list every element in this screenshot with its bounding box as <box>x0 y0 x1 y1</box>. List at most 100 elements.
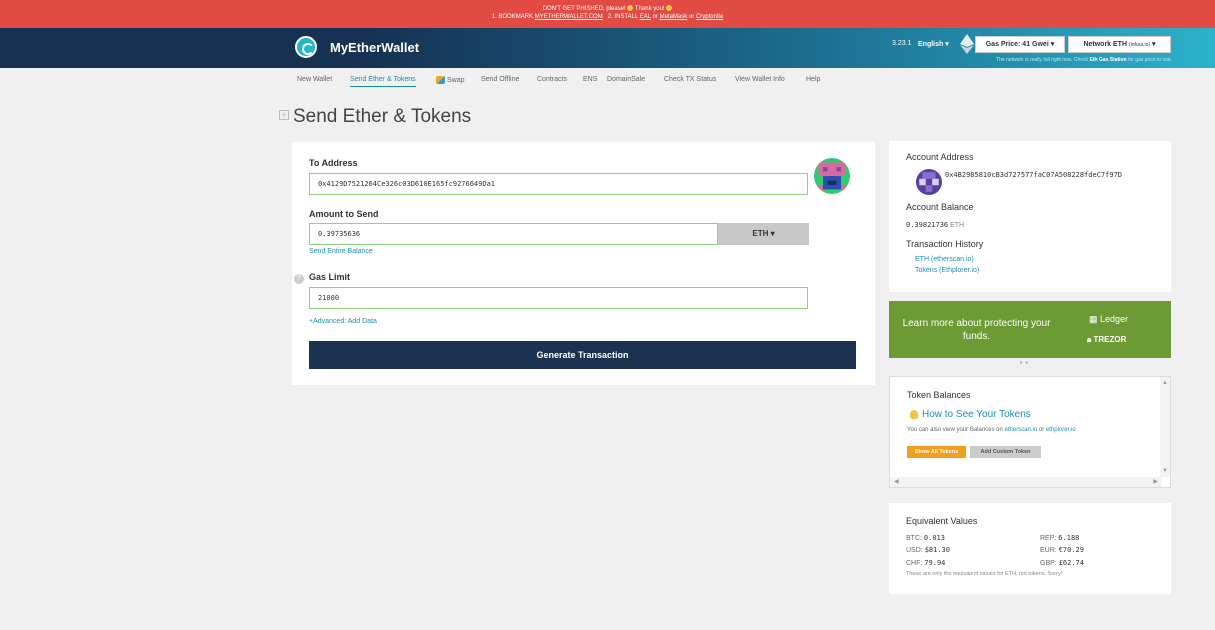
bookmark-link[interactable]: MYETHERWALLET.COM <box>535 14 603 20</box>
account-identicon <box>916 169 942 195</box>
banner-thanks-text: Thank you! <box>634 6 665 12</box>
nav-view-wallet-info[interactable]: View Wallet Info <box>735 76 785 83</box>
nav-contracts[interactable]: Contracts <box>537 76 567 83</box>
rep-label: REP: <box>1040 535 1057 542</box>
chevron-down-icon: ▾ <box>1152 41 1156 48</box>
ethereum-icon <box>960 34 974 54</box>
nav-domainsale[interactable]: DomainSale <box>607 76 645 83</box>
to-address-input[interactable]: 0x4129D7521264Ce326c03D610E165fc9276649D… <box>309 173 808 195</box>
language-label: English <box>918 41 944 48</box>
usd-value: USD: $81.30 <box>906 546 950 554</box>
show-all-tokens-button[interactable]: Show All Tokens <box>907 446 966 458</box>
usd-label: USD: <box>906 547 923 554</box>
trezor-label: TREZOR <box>1093 335 1127 344</box>
nav-ens[interactable]: ENS <box>583 76 597 83</box>
how-to-see-tokens-label: How to See Your Tokens <box>922 409 1031 420</box>
amount-input[interactable]: 0.39735636 <box>309 223 718 245</box>
gas-limit-input[interactable]: 21000 <box>309 287 808 309</box>
amount-label: Amount to Send <box>309 209 379 219</box>
generate-transaction-button[interactable]: Generate Transaction <box>309 341 856 369</box>
eth-gas-station-link[interactable]: Eth Gas Station <box>1089 57 1126 63</box>
ethplorer-history-link[interactable]: Tokens (Ethplorer.io) <box>915 267 979 274</box>
unit-label: ETH <box>752 229 769 238</box>
banner-install-text: 2. INSTALL <box>607 14 639 20</box>
banner-or-text: or <box>652 14 658 20</box>
banner-warning-text: DON'T GET PHISHED, please! <box>542 6 626 12</box>
gas-price-label: Gas Price: 41 Gwei <box>985 41 1049 48</box>
nav-send-offline[interactable]: Send Offline <box>481 76 519 83</box>
nav-new-wallet[interactable]: New Wallet <box>297 76 332 83</box>
ledger-icon: ▦ <box>1089 314 1098 324</box>
btc-value: BTC: 0.013 <box>906 534 945 542</box>
page-title-text: Send Ether & Tokens <box>293 106 472 127</box>
chf-amount: 79.94 <box>924 559 946 567</box>
network-dropdown[interactable]: Network ETH (infura.io) ▾ <box>1068 36 1171 53</box>
scroll-down-icon[interactable]: ▼ <box>1162 468 1168 474</box>
mew-logo-icon[interactable] <box>295 36 317 58</box>
language-dropdown[interactable]: English ▾ <box>918 40 949 48</box>
nav-swap[interactable]: Swap <box>436 76 465 84</box>
account-address-label: Account Address <box>906 152 974 162</box>
lock-icon: 🔒︎ <box>1087 335 1092 344</box>
token-balances-card: Token Balances How to See Your Tokens Yo… <box>889 376 1171 488</box>
etherscan-history-link[interactable]: ETH (etherscan.io) <box>915 256 974 263</box>
app-name[interactable]: MyEtherWallet <box>330 40 419 55</box>
hardware-wallet-promo[interactable]: Learn more about protecting your funds. … <box>889 301 1171 358</box>
network-label: Network ETH <box>1083 41 1127 48</box>
help-icon[interactable]: ? <box>294 274 304 284</box>
nav-check-tx-status[interactable]: Check TX Status <box>664 76 716 83</box>
gas-price-dropdown[interactable]: Gas Price: 41 Gwei ▾ <box>975 36 1065 53</box>
unit-dropdown[interactable]: ETH ▾ <box>718 223 809 245</box>
etherscan-link[interactable]: etherscan.io <box>1005 427 1038 433</box>
account-balance-value: 0.39821736 <box>906 221 949 229</box>
scroll-left-icon[interactable]: ◀ <box>894 478 899 485</box>
cryptonite-link[interactable]: Cryptonite <box>696 14 723 20</box>
gas-limit-label: Gas Limit <box>309 272 351 282</box>
advanced-add-data-link[interactable]: +Advanced: Add Data <box>309 318 377 325</box>
lightbulb-icon <box>910 409 918 419</box>
ledger-label: Ledger <box>1100 314 1129 324</box>
version-label: 3.23.1 <box>892 40 912 47</box>
vertical-scrollbar[interactable]: ▲ ▼ <box>1160 377 1170 477</box>
ethplorer-link[interactable]: ethplorer.io <box>1046 427 1076 433</box>
eur-label: EUR: <box>1040 547 1057 554</box>
horizontal-scrollbar[interactable]: ◀ ▶ <box>890 477 1162 487</box>
equivalent-values-title: Equivalent Values <box>906 516 978 526</box>
chf-value: CHF: 79.94 <box>906 559 945 567</box>
eur-amount: €70.29 <box>1058 546 1084 554</box>
chf-label: CHF: <box>906 560 923 567</box>
add-custom-token-button[interactable]: Add Custom Token <box>970 446 1041 458</box>
smile-emoji-icon <box>666 5 673 12</box>
chevron-down-icon: ▾ <box>1050 41 1055 48</box>
how-to-see-tokens-link[interactable]: How to See Your Tokens <box>910 409 1031 420</box>
main-nav: New Wallet Send Ether & Tokens Swap Send… <box>0 68 1215 92</box>
emoji-icon <box>627 5 634 12</box>
carousel-dots[interactable]: •• <box>1020 360 1031 367</box>
banner-line-1: DON'T GET PHISHED, please! Thank you! <box>0 5 1215 13</box>
usd-amount: $81.30 <box>924 546 950 554</box>
account-card: Account Address 0x4B2985810cB3d727577faC… <box>889 141 1171 292</box>
account-balance-label: Account Balance <box>906 202 974 212</box>
trezor-logo[interactable]: 🔒︎ TREZOR <box>1087 335 1126 345</box>
gbp-label: GBP: <box>1040 560 1057 567</box>
account-balance-unit: ETH <box>950 222 965 229</box>
account-address-value: 0x4B2985810cB3d727577faC07A508228fdeC7f9… <box>945 171 1123 179</box>
token-balances-title: Token Balances <box>907 390 971 400</box>
scroll-up-icon[interactable]: ▲ <box>1162 380 1168 386</box>
banner-or-text: or <box>688 14 695 20</box>
token-view-or-text: or <box>1038 427 1045 433</box>
equivalent-note: These are only the equivalent values for… <box>906 571 1063 577</box>
banner-line-2: 1. BOOKMARK MYETHERWALLET.COM 2. INSTALL… <box>0 13 1215 21</box>
equivalent-values-card: Equivalent Values BTC: 0.013 USD: $81.30… <box>889 503 1171 594</box>
scroll-right-icon[interactable]: ▶ <box>1153 478 1158 485</box>
eal-link[interactable]: EAL <box>640 14 651 20</box>
chevron-down-icon: ▾ <box>945 41 949 48</box>
send-entire-balance-link[interactable]: Send Entire Balance <box>309 248 373 255</box>
metamask-link[interactable]: MetaMask <box>660 14 688 20</box>
btc-label: BTC: <box>906 535 922 542</box>
nav-help[interactable]: Help <box>806 76 820 83</box>
ledger-logo[interactable]: ▦ Ledger <box>1089 314 1128 325</box>
token-view-note: You can also view your Balances on ether… <box>907 427 1076 433</box>
nav-send-ether-tokens[interactable]: Send Ether & Tokens <box>350 76 416 87</box>
promo-text: Learn more about protecting your funds. <box>902 318 1051 342</box>
